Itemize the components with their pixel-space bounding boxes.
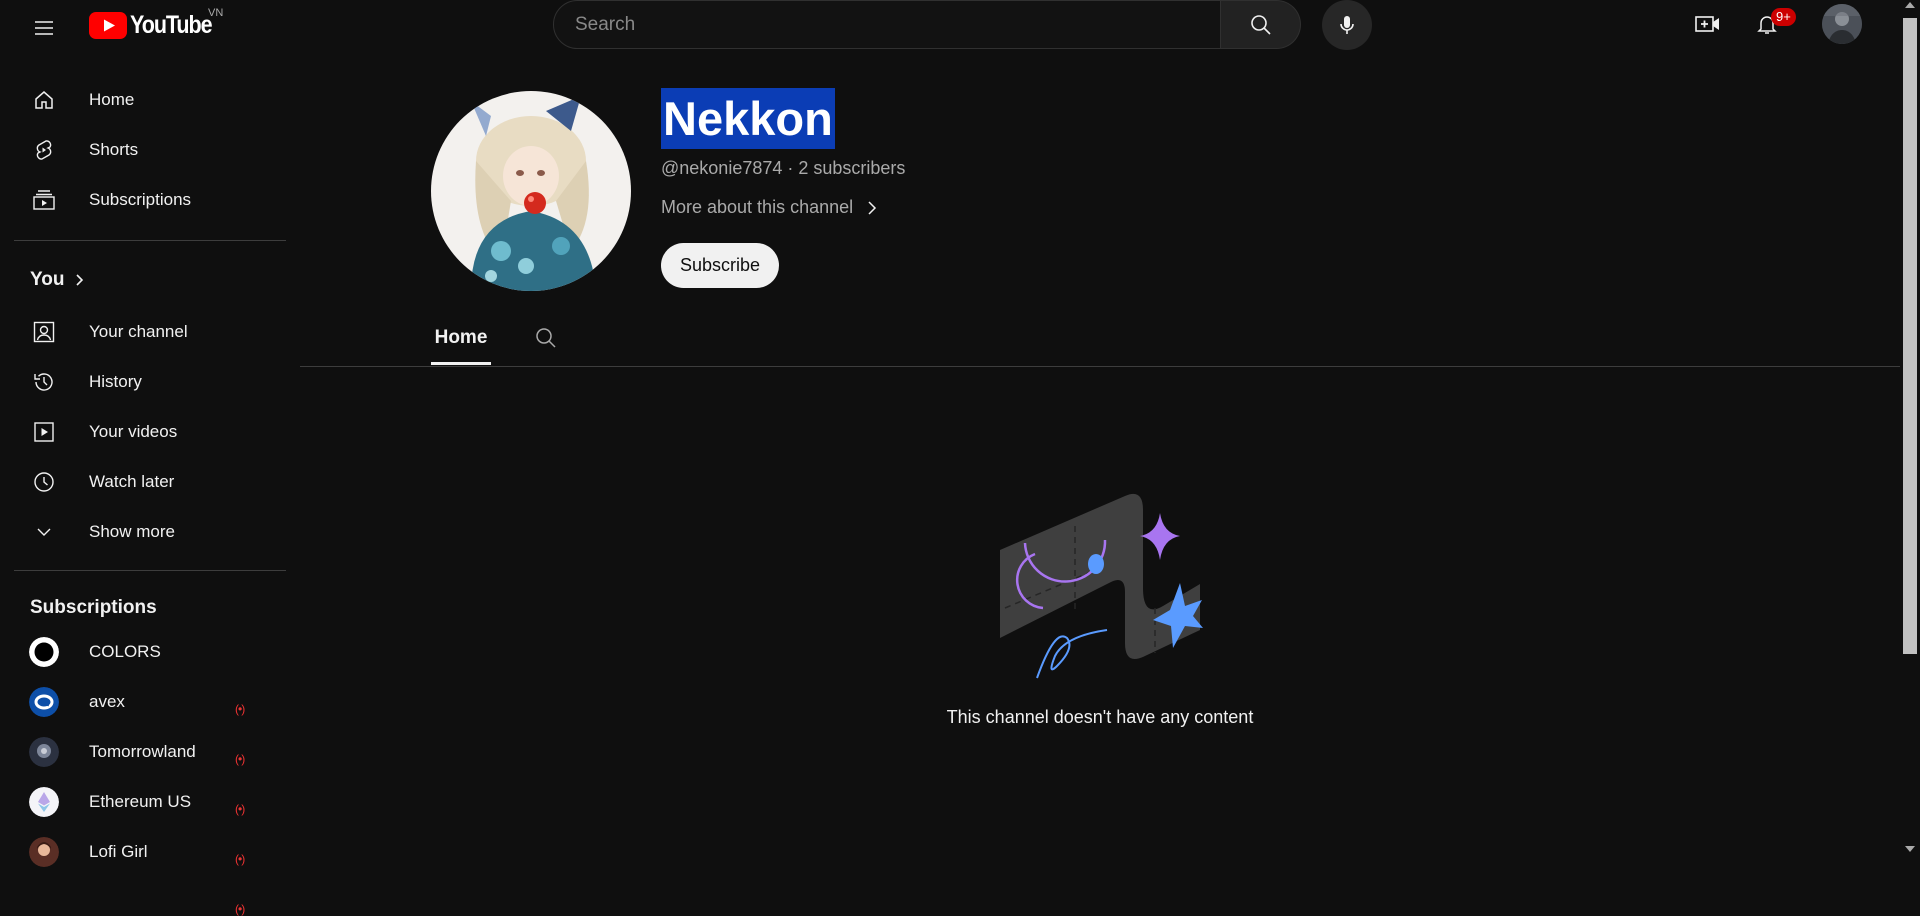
sidebar-item-history[interactable]: History bbox=[14, 358, 284, 406]
sidebar-item-label: Watch later bbox=[89, 472, 175, 491]
sidebar-divider bbox=[14, 570, 286, 571]
subscriptions-icon bbox=[33, 190, 55, 210]
sidebar-item-label: Subscriptions bbox=[89, 190, 192, 209]
tab-home[interactable]: Home bbox=[431, 310, 491, 366]
sidebar-item-subscriptions[interactable]: Subscriptions bbox=[14, 176, 284, 224]
channel-handle-and-subscribers: @nekonie7874 · 2 subscribers bbox=[661, 158, 906, 178]
you-section-header[interactable]: You bbox=[30, 269, 86, 291]
subscription-item-colors[interactable]: COLORS bbox=[14, 628, 284, 676]
channel-search-button[interactable] bbox=[530, 322, 562, 354]
channel-avatar bbox=[29, 837, 59, 867]
sidebar-item-watch-later[interactable]: Watch later bbox=[14, 458, 284, 506]
subscription-name: avex bbox=[89, 692, 125, 711]
scroll-up-arrow-icon[interactable] bbox=[1905, 2, 1915, 8]
empty-channel-message: This channel doesn't have any content bbox=[946, 707, 1254, 727]
channel-name: Nekkon bbox=[661, 88, 835, 149]
subscription-name: Lofi Girl bbox=[89, 842, 148, 861]
your-videos-icon bbox=[34, 422, 54, 442]
create-button[interactable] bbox=[1688, 4, 1728, 44]
sidebar-item-label: Show more bbox=[89, 522, 175, 541]
sidebar-item-label: Your channel bbox=[89, 322, 188, 341]
subscription-item-lofi-girl[interactable]: Lofi Girl bbox=[14, 828, 284, 876]
microphone-icon bbox=[1340, 16, 1354, 34]
you-title: You bbox=[30, 269, 65, 290]
subscribe-button[interactable]: Subscribe bbox=[661, 243, 779, 288]
top-bar: YouTube VN 9+ bbox=[0, 0, 1900, 56]
notification-badge: 9+ bbox=[1771, 8, 1796, 26]
active-tab-indicator bbox=[431, 362, 491, 365]
subscription-item-ethereum-us[interactable]: Ethereum US bbox=[14, 778, 284, 826]
more-about-label: More about this channel bbox=[661, 197, 854, 217]
subscription-name: Tomorrowland bbox=[89, 742, 196, 761]
shorts-icon bbox=[36, 140, 52, 160]
search-icon bbox=[1250, 14, 1271, 35]
subscription-item-avex[interactable]: avex bbox=[14, 678, 284, 726]
hamburger-icon bbox=[35, 21, 53, 35]
search-input[interactable] bbox=[573, 12, 1220, 37]
sidebar-item-label: Shorts bbox=[89, 140, 139, 159]
search-icon bbox=[536, 328, 556, 348]
your-channel-icon bbox=[33, 321, 55, 343]
channel-avatar bbox=[29, 637, 59, 667]
chevron-right-icon bbox=[76, 274, 84, 286]
subscriptions-section-title: Subscriptions bbox=[30, 597, 157, 618]
account-avatar[interactable] bbox=[1822, 4, 1862, 44]
voice-search-button[interactable] bbox=[1322, 0, 1372, 50]
search-box bbox=[553, 0, 1221, 49]
channel-avatar bbox=[29, 687, 59, 717]
subscription-name: Ethereum US bbox=[89, 792, 192, 811]
sidebar-item-label: Home bbox=[89, 90, 135, 109]
chevron-down-icon bbox=[37, 528, 51, 536]
chevron-right-icon bbox=[868, 200, 877, 215]
subscription-name: COLORS bbox=[89, 642, 161, 661]
search-button[interactable] bbox=[1221, 0, 1301, 49]
youtube-play-logo-icon bbox=[89, 12, 127, 39]
sidebar-item-show-more[interactable]: Show more bbox=[14, 508, 284, 556]
scrollbar-thumb[interactable] bbox=[1903, 18, 1917, 654]
sidebar-item-shorts[interactable]: Shorts bbox=[14, 126, 284, 174]
more-about-channel-link[interactable]: More about this channel bbox=[661, 197, 879, 218]
youtube-logo[interactable]: YouTube bbox=[89, 11, 225, 40]
country-code: VN bbox=[208, 7, 224, 19]
menu-button[interactable] bbox=[24, 8, 64, 48]
channel-avatar bbox=[29, 737, 59, 767]
sidebar-item-label: History bbox=[89, 372, 142, 391]
channel-avatar bbox=[29, 787, 59, 817]
sidebar-item-your-videos[interactable]: Your videos bbox=[14, 408, 284, 456]
tabs-divider bbox=[300, 366, 1900, 367]
home-icon bbox=[35, 91, 53, 109]
watch-later-icon bbox=[34, 472, 54, 492]
create-video-icon bbox=[1695, 16, 1719, 32]
logo-text: YouTube bbox=[130, 11, 213, 39]
sidebar-item-home[interactable]: Home bbox=[14, 76, 284, 124]
sidebar-item-label: Your videos bbox=[89, 422, 178, 441]
live-indicator-icon: (•) bbox=[235, 902, 245, 916]
channel-avatar-large[interactable] bbox=[431, 91, 631, 291]
sidebar-divider bbox=[14, 240, 286, 241]
sidebar-item-your-channel[interactable]: Your channel bbox=[14, 308, 284, 356]
history-icon bbox=[34, 373, 53, 391]
empty-channel-illustration bbox=[995, 488, 1205, 684]
sidebar: Home Shorts Subscriptions You Your chann… bbox=[0, 56, 286, 916]
subscription-item-tomorrowland[interactable]: Tomorrowland bbox=[14, 728, 284, 776]
scroll-down-arrow-icon[interactable] bbox=[1905, 846, 1915, 852]
